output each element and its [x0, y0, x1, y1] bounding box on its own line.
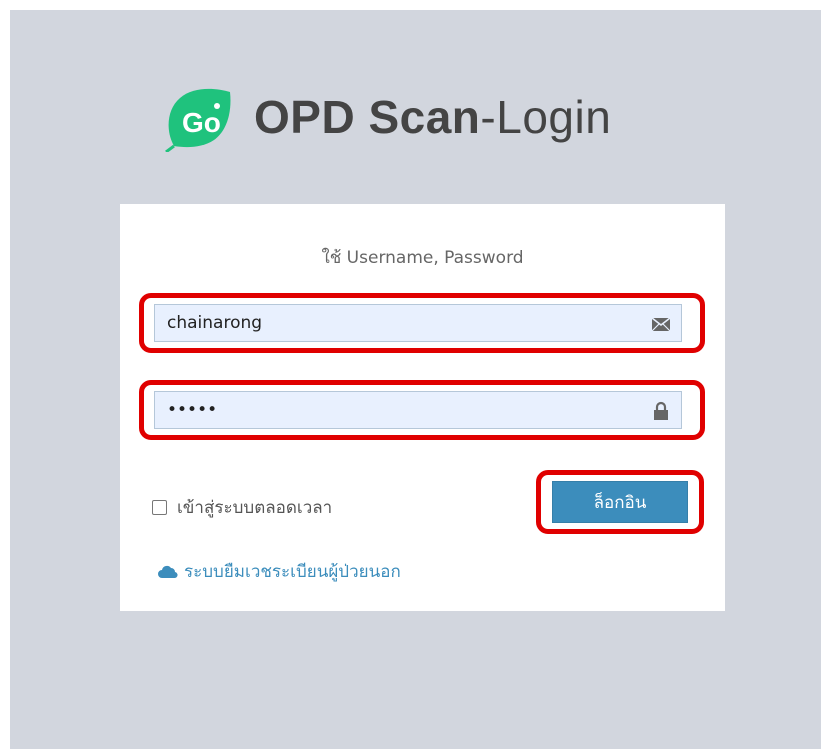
cloud-icon: [158, 565, 178, 578]
password-field: [154, 391, 682, 429]
opd-borrow-link[interactable]: ระบบยืมเวชระเบียนผู้ป่วยนอก: [158, 558, 401, 585]
app-title: OPD Scan-Login: [254, 91, 612, 143]
password-input[interactable]: [155, 392, 681, 428]
login-button-highlight: ล็อกอิน: [536, 470, 704, 534]
envelope-icon: [651, 317, 671, 332]
username-field: [154, 304, 682, 342]
app-header: Go OPD Scan-Login: [160, 82, 612, 154]
lock-icon: [654, 401, 668, 420]
remember-me[interactable]: เข้าสู่ระบบตลอดเวลา: [152, 494, 332, 521]
login-button[interactable]: ล็อกอิน: [552, 481, 688, 523]
remember-label: เข้าสู่ระบบตลอดเวลา: [177, 498, 333, 518]
login-message: ใช้ Username, Password: [321, 248, 524, 268]
opd-borrow-link-label: ระบบยืมเวชระเบียนผู้ป่วยนอก: [184, 562, 401, 582]
login-box: ใช้ Username, Password chainarong ••••• …: [120, 204, 725, 611]
username-input[interactable]: [155, 305, 681, 341]
go-logo-icon: Go: [160, 82, 240, 154]
password-highlight: [139, 380, 705, 440]
username-highlight: [139, 293, 705, 353]
login-page: Go OPD Scan-Login ใช้ Username, Password: [10, 10, 821, 749]
remember-checkbox[interactable]: [152, 500, 167, 515]
svg-text:Go: Go: [182, 107, 221, 138]
